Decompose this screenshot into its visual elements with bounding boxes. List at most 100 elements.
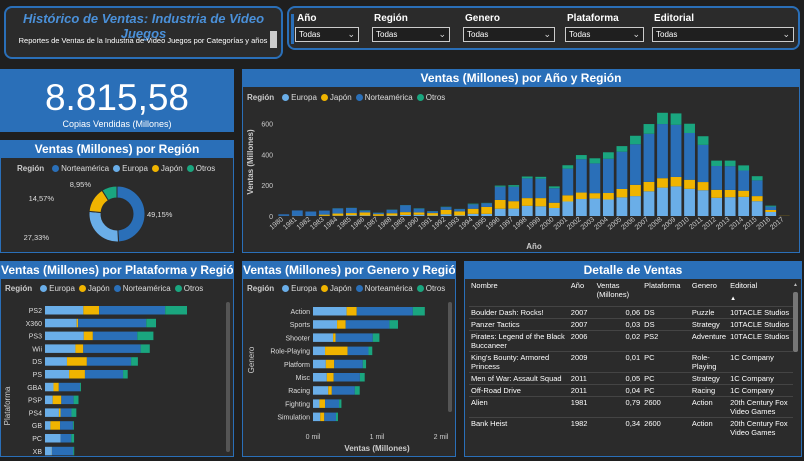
x-tick-label: 1985 <box>336 216 353 231</box>
filter-genre-select[interactable]: Todas ⌄ <box>463 27 555 42</box>
genre-bar-chart: Action Sports Shooter Role-Playing Platform M… <box>247 307 449 453</box>
genre-bar-segment <box>313 320 338 329</box>
year-bar-segment <box>684 132 695 180</box>
col-header-name[interactable]: Nombre <box>469 280 569 306</box>
region-donut-panel: Ventas (Millones) por Región Región Norte… <box>0 140 234 253</box>
table-cell: 2600 <box>642 416 690 438</box>
x-tick-label: 2010 <box>674 216 691 231</box>
genre-bar-segment <box>334 359 363 369</box>
legend-dot <box>416 94 424 101</box>
table-cell: Puzzle <box>689 305 729 318</box>
category-label: X360 <box>26 321 42 328</box>
kpi-card: 8.815,58 Copias Vendidas (Millones) <box>0 69 234 132</box>
legend-dot <box>320 285 328 292</box>
table-cell: 1C Company <box>728 371 795 384</box>
x-tick-label: 2015 <box>742 216 759 231</box>
x-tick-label: 2000 <box>539 216 556 231</box>
x-tick-label: 0 mil <box>306 434 321 441</box>
table-row[interactable]: Off-Road Drive 2011 0,04 PC Racing 1C Company <box>469 383 795 396</box>
genre-bar-segment <box>339 399 342 408</box>
x-tick-label: 1995 <box>472 216 489 231</box>
year-bar-segment <box>751 196 763 202</box>
legend-item-norteamerica: Norteamérica <box>364 93 413 102</box>
filter-publisher-select[interactable]: Todas ⌄ <box>652 27 794 42</box>
year-bar-segment <box>318 210 330 215</box>
legend-item-otros: Otros <box>425 284 446 293</box>
legend-label: Región <box>5 284 33 293</box>
platform-chart-title: Ventas (Millones) por Plataforma y Regió… <box>1 262 233 279</box>
scroll-thumb[interactable] <box>793 292 798 352</box>
year-bar-segment <box>670 176 682 187</box>
table-scrollbar[interactable]: ▲ <box>793 282 798 454</box>
platform-bar-segment <box>131 357 138 366</box>
table-cell: 20th Century Fox Video Games <box>728 395 795 417</box>
platform-scrollbar[interactable] <box>226 302 230 452</box>
genre-chart-panel: Ventas (Millones) por Genero y Región Re… <box>242 261 456 457</box>
legend-dot <box>282 94 290 101</box>
year-bar-segment <box>332 213 344 216</box>
x-tick-label: 2014 <box>729 216 746 231</box>
platform-bar-segment <box>73 395 79 405</box>
year-bar-segment <box>711 166 723 190</box>
x-tick-label: 1998 <box>512 216 529 231</box>
x-tick-label: 2006 <box>620 216 637 231</box>
filter-region-select[interactable]: Todas ⌄ <box>372 27 450 42</box>
platform-bar-segment <box>45 434 61 443</box>
category-label: Role-Playing <box>270 349 310 356</box>
table-row[interactable]: Alien 1981 0,79 2600 Action 20th Century Fox … <box>469 395 795 417</box>
platform-bar-segment <box>52 395 62 405</box>
genre-bar-segment <box>313 333 334 342</box>
legend-dot <box>174 285 182 292</box>
year-bar-segment <box>697 190 709 216</box>
y-tick-label: 400 <box>261 152 273 159</box>
genre-bar-segment <box>313 359 326 369</box>
genre-bar-segment <box>335 412 338 422</box>
legend-item-europa: Europa <box>291 93 317 102</box>
table-cell: DS <box>642 317 690 330</box>
table-row[interactable]: King's Bounty: Armored Princess 2009 0,01 P… <box>469 350 795 372</box>
col-header-sales[interactable]: Ventas (Millones) <box>595 280 643 306</box>
platform-bar-segment <box>165 306 187 315</box>
platform-bar-segment <box>45 306 84 315</box>
chevron-down-icon: ⌄ <box>438 29 446 39</box>
col-header-genre[interactable]: Genero <box>690 280 728 306</box>
platform-bar-segment <box>58 382 81 392</box>
table-cell: 0,06 <box>594 305 643 318</box>
sales-table-title: Detalle de Ventas <box>465 262 801 279</box>
year-bar-segment <box>697 136 709 145</box>
table-cell: 2011 <box>568 383 595 396</box>
year-bar-chart: 0200400600198019811982198319841985198619… <box>246 112 790 251</box>
table-row[interactable]: Pirates: Legend of the Black Buccaneer 20… <box>469 329 795 351</box>
table-cell: 10TACLE Studios <box>728 329 795 351</box>
genre-chart-title: Ventas (Millones) por Genero y Región <box>243 262 455 279</box>
year-bar-segment <box>440 209 452 215</box>
table-row[interactable]: Panzer Tactics 2007 0,03 DS Strategy 10TACLE … <box>469 317 795 330</box>
platform-bar-segment <box>53 382 59 392</box>
genre-bar-segment <box>368 346 373 356</box>
platform-bar-segment <box>60 408 72 417</box>
table-cell: King's Bounty: Armored Princess <box>469 350 569 372</box>
legend-dot <box>355 94 363 101</box>
year-bar-segment <box>630 196 641 216</box>
legend-dot <box>186 165 194 172</box>
table-row[interactable]: Boulder Dash: Rocks! 2007 0,06 DS Puzzle 10TA… <box>469 305 795 318</box>
table-row[interactable]: Men of War: Assault Squad 2011 0,05 PC Strat… <box>469 371 795 384</box>
table-row[interactable]: Bank Heist 1982 0,34 2600 Action 20th Century… <box>469 416 795 438</box>
col-header-year[interactable]: Año <box>569 280 595 306</box>
table-cell: 20th Century Fox Video Games <box>728 416 795 438</box>
chevron-down-icon: ⌄ <box>632 29 640 39</box>
platform-bar-segment <box>76 318 79 328</box>
genre-scrollbar[interactable] <box>448 302 452 412</box>
filter-year-select[interactable]: Todas ⌄ <box>295 27 359 42</box>
col-header-platform[interactable]: Plataforma <box>642 280 690 306</box>
x-tick-label: 2001 <box>553 216 570 231</box>
table-cell: Men of War: Assault Squad <box>469 371 569 384</box>
platform-bar-segment <box>45 331 84 341</box>
x-tick-label: 1986 <box>350 216 367 231</box>
scroll-up-icon[interactable]: ▲ <box>793 282 798 288</box>
filter-platform-select[interactable]: Todas ⌄ <box>565 27 644 42</box>
col-header-publisher[interactable]: Editorial ▲ <box>728 280 795 306</box>
year-bar-segment <box>508 185 520 187</box>
x-tick-label: 2 mil <box>434 434 449 441</box>
platform-bar-segment <box>60 434 72 443</box>
